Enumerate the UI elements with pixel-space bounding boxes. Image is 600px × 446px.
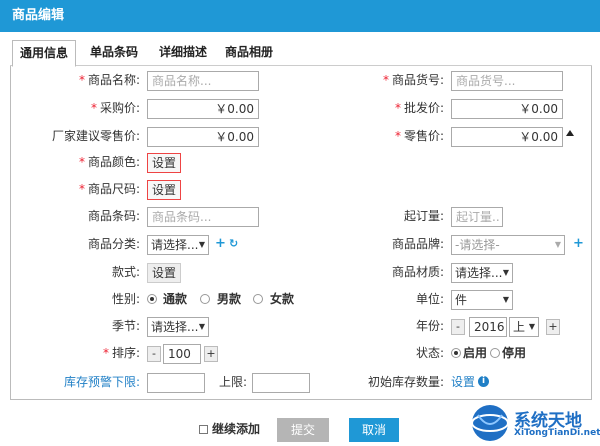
status-option-enabled: 启用 bbox=[463, 346, 488, 360]
tab-description[interactable]: 详细描述 bbox=[150, 40, 216, 67]
tab-barcode[interactable]: 单品条码 bbox=[82, 40, 146, 67]
sort-plus-button[interactable]: + bbox=[204, 346, 218, 362]
cancel-button[interactable]: 取消 bbox=[349, 418, 399, 442]
style-set-button[interactable]: 设置 bbox=[147, 263, 182, 283]
sort-label: * 排序: bbox=[102, 346, 140, 360]
info-icon[interactable]: i bbox=[478, 376, 489, 387]
name-label: * 商品名称: bbox=[78, 73, 140, 87]
continue-label: 继续添加 bbox=[212, 422, 261, 436]
sort-minus-button[interactable]: - bbox=[147, 346, 161, 362]
min-order-input[interactable]: 起订量.. bbox=[451, 207, 503, 227]
stock-warning-label: 库存预警下限: bbox=[63, 375, 140, 389]
year-minus-button[interactable]: - bbox=[451, 319, 465, 335]
msrp-input[interactable]: ￥0.00 bbox=[147, 127, 259, 147]
wholesale-label: * 批发价: bbox=[394, 101, 444, 115]
sku-input[interactable]: 商品货号... bbox=[451, 71, 563, 91]
tab-general[interactable]: 通用信息 bbox=[12, 40, 76, 67]
stock-upper-label: 上限: bbox=[218, 375, 247, 389]
purchase-input[interactable]: ￥0.00 bbox=[147, 99, 259, 119]
brand-select[interactable]: -请选择- ▼ bbox=[451, 235, 565, 255]
unit-select[interactable]: 件 ▼ bbox=[451, 290, 513, 310]
season-select[interactable]: 请选择... ▼ bbox=[147, 317, 209, 337]
size-set-button[interactable]: 设置 bbox=[147, 180, 182, 200]
retail-input[interactable]: ￥0.00 bbox=[451, 127, 563, 147]
collapse-up-icon[interactable] bbox=[566, 130, 574, 136]
window-title: 商品编辑 bbox=[0, 0, 600, 32]
stock-upper-input[interactable] bbox=[252, 373, 310, 393]
retail-label: * 零售价: bbox=[394, 129, 444, 143]
globe-logo-icon bbox=[471, 405, 509, 441]
gender-radio-male[interactable] bbox=[200, 294, 210, 304]
status-label: 状态: bbox=[415, 346, 444, 360]
category-label: 商品分类: bbox=[87, 237, 140, 251]
gender-radio-female[interactable] bbox=[253, 294, 263, 304]
stock-lower-input[interactable] bbox=[147, 373, 205, 393]
wholesale-input[interactable]: ￥0.00 bbox=[451, 99, 563, 119]
status-option-disabled: 停用 bbox=[502, 346, 527, 360]
purchase-label: * 采购价: bbox=[90, 101, 140, 115]
name-input[interactable]: 商品名称... bbox=[147, 71, 259, 91]
gender-option-male: 男款 bbox=[217, 292, 242, 306]
year-half-select[interactable]: 上 ▼ bbox=[509, 317, 539, 337]
submit-button[interactable]: 提交 bbox=[277, 418, 329, 442]
brand-label: 商品品牌: bbox=[391, 237, 444, 251]
status-radio-enabled[interactable] bbox=[451, 348, 461, 358]
material-select[interactable]: 请选择... ▼ bbox=[451, 263, 513, 283]
status-radio-disabled[interactable] bbox=[490, 348, 500, 358]
sort-input[interactable]: 100 bbox=[163, 344, 201, 364]
continue-checkbox[interactable] bbox=[199, 425, 208, 434]
style-label: 款式: bbox=[111, 265, 140, 279]
gender-label: 性别: bbox=[111, 292, 140, 306]
season-label: 季节: bbox=[111, 319, 140, 333]
gender-radio-unisex[interactable] bbox=[147, 294, 157, 304]
min-order-label: 起订量: bbox=[403, 209, 444, 223]
add-category-icon[interactable]: + bbox=[215, 234, 226, 254]
init-stock-set-link[interactable]: 设置 bbox=[451, 372, 475, 392]
tab-album[interactable]: 商品相册 bbox=[216, 40, 282, 67]
init-stock-label: 初始库存数量: bbox=[367, 375, 444, 389]
gender-option-unisex: 通款 bbox=[163, 292, 188, 306]
msrp-label: 厂家建议零售价: bbox=[51, 129, 140, 143]
year-label: 年份: bbox=[415, 319, 444, 333]
gender-option-female: 女款 bbox=[270, 292, 295, 306]
add-brand-icon[interactable]: + bbox=[573, 234, 584, 254]
watermark-url: XiTongTianDi.net bbox=[514, 428, 600, 438]
watermark-logo: 系统天地 XiTongTianDi.net bbox=[470, 400, 600, 446]
color-label: * 商品颜色: bbox=[78, 155, 140, 169]
year-plus-button[interactable]: + bbox=[546, 319, 560, 335]
tab-bar: 通用信息 单品条码 详细描述 商品相册 bbox=[10, 40, 592, 67]
size-label: * 商品尺码: bbox=[78, 182, 140, 196]
category-select[interactable]: 请选择... ▼ bbox=[147, 235, 209, 255]
refresh-icon[interactable]: ↻ bbox=[229, 234, 238, 254]
barcode-label: 商品条码: bbox=[87, 209, 140, 223]
unit-label: 单位: bbox=[415, 292, 444, 306]
color-set-button[interactable]: 设置 bbox=[147, 153, 182, 173]
year-input[interactable]: 2016 bbox=[469, 317, 507, 337]
barcode-input[interactable]: 商品条码... bbox=[147, 207, 259, 227]
sku-label: * 商品货号: bbox=[382, 73, 444, 87]
material-label: 商品材质: bbox=[391, 265, 444, 279]
